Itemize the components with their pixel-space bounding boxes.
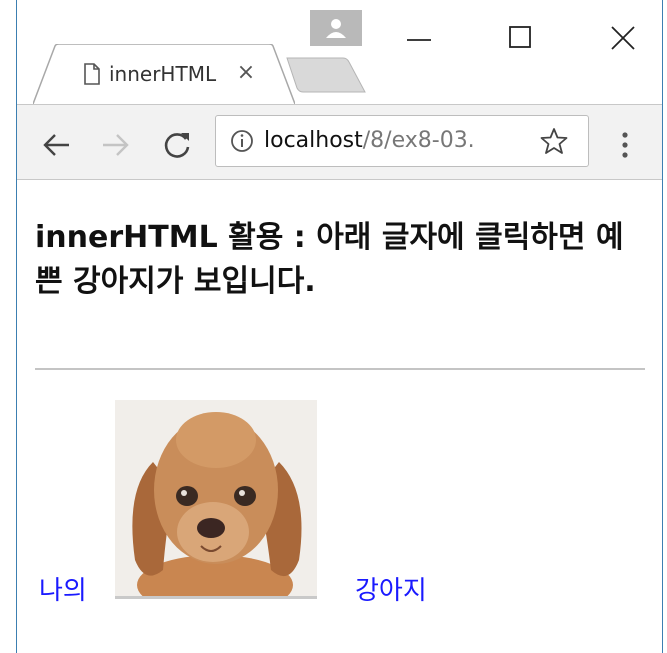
title-bar: innerHTML × [17,0,662,104]
star-icon[interactable] [540,127,568,155]
browser-window: innerHTML × localhost/8/ex8-03. innerHTM… [16,0,663,653]
forward-arrow-icon[interactable] [99,129,131,161]
maximize-icon[interactable] [501,18,541,58]
tab-innerhtml[interactable]: innerHTML × [33,44,295,104]
page-heading: innerHTML 활용 : 아래 글자에 클릭하면 예쁜 강아지가 보입니다. [35,220,624,299]
puppy-image[interactable] [115,400,317,615]
new-tab-button[interactable] [285,56,369,94]
close-icon[interactable] [603,18,643,58]
url-path: /8/ex8-03. [362,128,475,153]
minimize-icon[interactable] [399,18,439,58]
reload-icon[interactable] [161,129,193,161]
link-suffix-text[interactable]: 강아지 [355,570,427,607]
kebab-menu-icon[interactable] [613,129,637,161]
tab-title: innerHTML [109,62,217,86]
browser-toolbar: localhost/8/ex8-03. [17,104,662,180]
link-prefix-text[interactable]: 나의 [39,570,87,607]
url-text[interactable]: localhost/8/ex8-03. [264,116,542,166]
back-arrow-icon[interactable] [41,129,73,161]
page-content: innerHTML 활용 : 아래 글자에 클릭하면 예쁜 강아지가 보입니다.… [17,180,662,653]
tab-close-icon[interactable]: × [233,60,259,86]
person-icon[interactable] [310,10,362,46]
url-host: localhost [264,128,363,153]
address-bar[interactable]: localhost/8/ex8-03. [215,115,589,167]
horizontal-rule [35,368,645,370]
document-icon [83,63,101,85]
info-icon[interactable] [230,129,254,153]
